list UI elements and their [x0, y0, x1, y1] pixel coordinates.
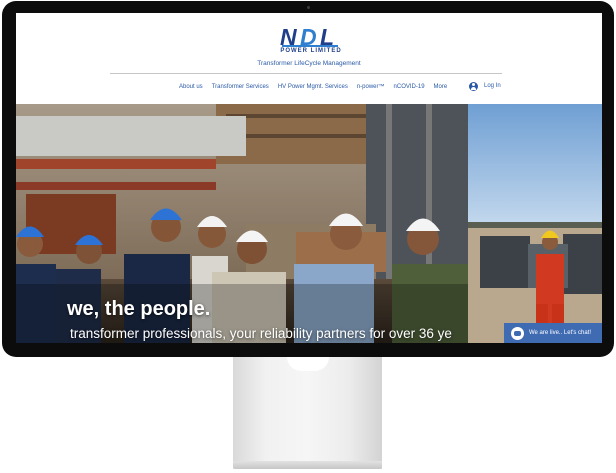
hero-section: we, the people. transformer professional… — [16, 104, 602, 343]
company-logo[interactable]: N D L POWER LIMITED — [278, 25, 342, 59]
nav-ncovid[interactable]: nCOVID-19 — [394, 81, 425, 93]
chat-label: We are live.. Let's chat! — [529, 330, 592, 336]
header-divider — [110, 73, 502, 74]
stand-base — [233, 461, 382, 469]
live-chat-button[interactable]: We are live.. Let's chat! — [504, 323, 602, 343]
camera-dot — [307, 6, 310, 9]
nav-more[interactable]: More — [434, 81, 448, 93]
hero-subheading: transformer professionals, your reliabil… — [70, 326, 452, 341]
nav-about-us[interactable]: About us — [179, 81, 203, 93]
stand-cable-hole — [287, 357, 329, 371]
site-tagline: Transformer LifeCycle Management — [257, 60, 361, 67]
login-label: Log In — [484, 83, 501, 89]
main-nav: About us Transformer Services HV Power M… — [179, 81, 447, 93]
chat-bubble-icon — [511, 326, 524, 340]
nav-hv-power-mgmt[interactable]: HV Power Mgmt. Services — [278, 81, 348, 93]
website-screen: N D L POWER LIMITED Transformer LifeCycl… — [16, 13, 602, 343]
site-photo — [468, 104, 602, 343]
login-button[interactable]: Log In — [469, 80, 501, 92]
nav-transformer-services[interactable]: Transformer Services — [212, 81, 269, 93]
monitor-frame: N D L POWER LIMITED Transformer LifeCycl… — [2, 1, 614, 357]
logo-subtext: POWER LIMITED — [280, 48, 342, 54]
user-avatar-icon — [469, 81, 478, 91]
hero-heading: we, the people. — [67, 298, 211, 320]
nav-n-power[interactable]: n-power™ — [357, 81, 385, 93]
monitor-stand — [233, 357, 382, 469]
